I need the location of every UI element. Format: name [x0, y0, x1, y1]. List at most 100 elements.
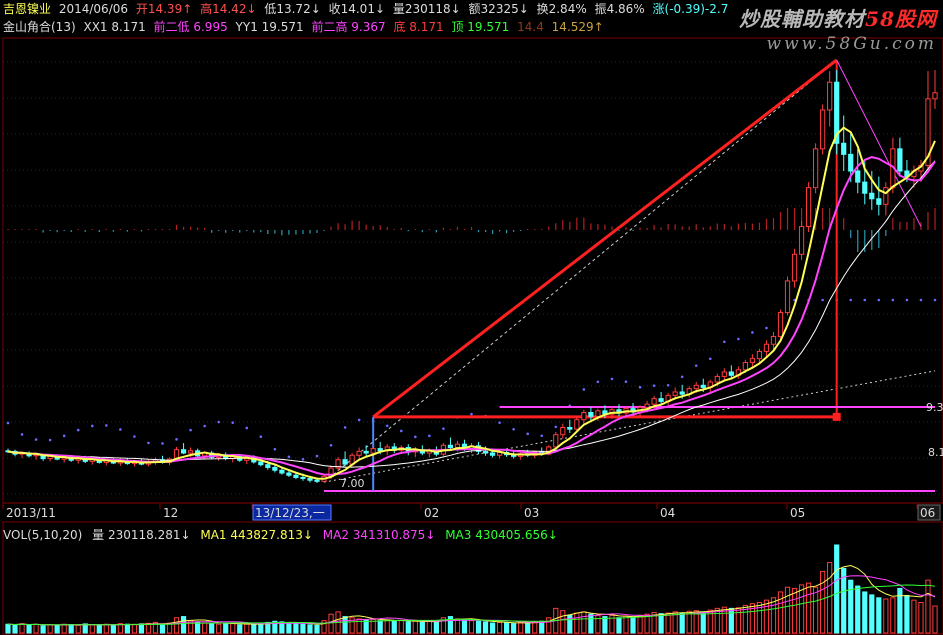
- candle-body: [932, 92, 938, 100]
- candle-body: [644, 403, 650, 409]
- signal-dot: [343, 426, 347, 429]
- volume-bar: [728, 607, 734, 634]
- volume-bar: [770, 597, 777, 634]
- x-tick-label: 13/12/23,一: [255, 506, 325, 520]
- candle-body: [553, 434, 559, 448]
- watermark: 炒股輔助教材58股网 www.58Gu.com: [739, 3, 937, 54]
- candle-body: [749, 358, 756, 364]
- volume-bar: [876, 597, 882, 634]
- candle-body: [700, 384, 706, 389]
- signal-dot: [90, 424, 94, 428]
- candle-body: [672, 391, 678, 396]
- signal-dot: [737, 337, 740, 341]
- signal-dot: [189, 428, 192, 432]
- volume-bar: [504, 622, 510, 634]
- candle-body: [777, 312, 784, 337]
- price-label: 7.00: [340, 477, 365, 490]
- signal-dot: [414, 435, 417, 439]
- volume-bar: [679, 612, 685, 634]
- signal-dot: [694, 364, 698, 367]
- candle-body: [489, 452, 496, 456]
- volume-ma2: MA2 341310.875↓: [322, 528, 436, 542]
- quote-amplitude: 振4.86%: [594, 2, 645, 16]
- signal-dot: [259, 435, 263, 438]
- signal-dot: [62, 434, 66, 438]
- signal-dot: [34, 438, 38, 441]
- signal-dot: [175, 438, 178, 441]
- volume-bar: [384, 619, 390, 634]
- candle-body: [693, 384, 699, 390]
- candle-body: [286, 472, 292, 476]
- quote-open: 开14.39↑: [135, 2, 193, 16]
- stock-name[interactable]: 吉恩镍业: [3, 2, 51, 16]
- volume-bar: [314, 624, 320, 634]
- signal-dot: [48, 438, 52, 442]
- signal-dot: [821, 298, 824, 302]
- signal-dot: [526, 432, 529, 436]
- volume-bar: [342, 616, 348, 634]
- volume-bar: [918, 601, 924, 634]
- macd-bars: [7, 208, 936, 252]
- volume-bar: [658, 613, 664, 634]
- volume-bar: [461, 619, 468, 634]
- candle-body: [447, 444, 454, 448]
- indicator-v1: 14.4: [517, 20, 544, 34]
- volume-bar: [223, 622, 229, 634]
- volume-indicator-name[interactable]: VOL(5,10,20): [3, 528, 82, 542]
- volume-bar: [700, 611, 706, 634]
- candle-body: [482, 450, 489, 454]
- candle-body: [279, 469, 285, 474]
- volume-bar: [230, 623, 236, 634]
- candle-body: [300, 476, 306, 480]
- candle-body: [658, 398, 664, 402]
- indicator-yy1: YY1 19.571: [235, 20, 304, 34]
- volume-bar: [784, 586, 791, 634]
- candle-body: [454, 443, 461, 448]
- signal-dot: [863, 298, 867, 302]
- volume-bar: [412, 620, 418, 634]
- signal-dot: [273, 447, 277, 451]
- volume-bar: [110, 624, 116, 634]
- x-tick-label: 03: [524, 506, 539, 520]
- volume-bar: [869, 594, 875, 634]
- signal-dot: [470, 412, 473, 416]
- candle-body: [721, 371, 727, 377]
- watermark-text: 炒股輔助教材: [739, 7, 866, 31]
- x-tick-label: 2013/11: [6, 506, 56, 520]
- volume-bar: [834, 544, 840, 634]
- moving-averages: [7, 126, 936, 480]
- candle-body: [756, 350, 763, 360]
- signal-dot: [147, 441, 150, 445]
- candle-body: [272, 466, 278, 471]
- candle-body: [595, 410, 601, 417]
- volume-bar: [61, 623, 67, 634]
- signal-dot: [723, 340, 726, 344]
- volume-bar: [159, 623, 166, 634]
- volume-bar: [300, 623, 306, 634]
- x-tick-label: 12: [163, 506, 178, 520]
- volume-bar: [798, 584, 805, 634]
- quote-close: 收14.01↓: [328, 2, 386, 16]
- price-grid: [2, 37, 943, 504]
- volume-header: VOL(5,10,20) 量 230118.281↓ MA1 443827.81…: [3, 526, 564, 543]
- candle-body: [180, 449, 187, 454]
- volume-bar: [391, 620, 397, 634]
- signal-dot: [624, 380, 628, 384]
- candle-body: [841, 142, 847, 155]
- volume-bar: [103, 623, 109, 634]
- volume-ma3: MA3 430405.656↓: [445, 528, 558, 542]
- volume-bar: [911, 599, 917, 634]
- candle-body: [827, 81, 833, 111]
- candle-body: [581, 412, 587, 421]
- candle-body: [798, 226, 805, 255]
- indicator-name[interactable]: 金山角合(13): [3, 20, 76, 34]
- volume-bar: [138, 623, 145, 634]
- volume-bar: [96, 624, 102, 634]
- volume-bar: [665, 612, 671, 634]
- volume-bar: [511, 623, 517, 634]
- volume-bar: [12, 624, 18, 634]
- candle-body: [848, 153, 854, 172]
- volume-bar: [244, 623, 250, 634]
- candle-body: [791, 253, 798, 282]
- volume-bar: [5, 623, 11, 634]
